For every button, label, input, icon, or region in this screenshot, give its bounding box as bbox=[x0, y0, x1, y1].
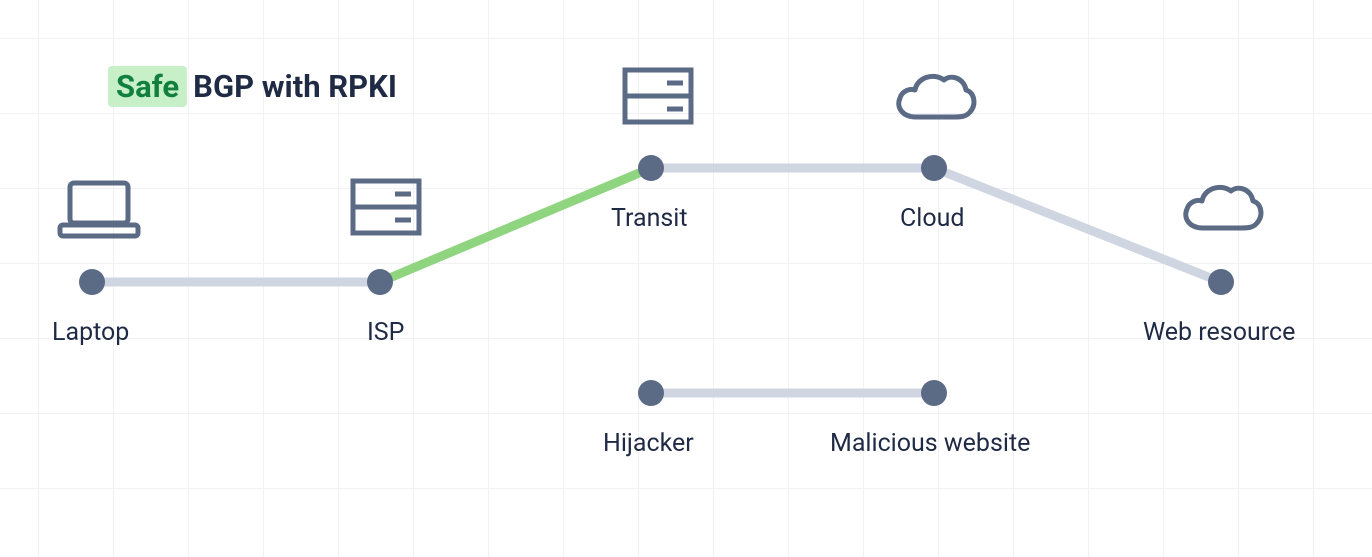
label-transit: Transit bbox=[611, 204, 688, 233]
title-text: BGP with RPKI bbox=[193, 68, 397, 105]
cloud-icon bbox=[888, 62, 978, 141]
node-laptop bbox=[79, 269, 105, 295]
node-transit bbox=[638, 155, 664, 181]
title-badge: Safe bbox=[108, 66, 187, 107]
node-isp bbox=[367, 269, 393, 295]
label-web: Web resource bbox=[1143, 318, 1295, 347]
label-isp: ISP bbox=[367, 318, 404, 347]
label-malsite: Malicious website bbox=[830, 429, 1030, 458]
node-web bbox=[1208, 269, 1234, 295]
cloud-icon bbox=[1175, 173, 1265, 252]
label-laptop: Laptop bbox=[52, 318, 129, 347]
node-hijacker bbox=[638, 380, 664, 406]
node-cloud bbox=[921, 155, 947, 181]
node-malsite bbox=[921, 380, 947, 406]
server-icon bbox=[613, 62, 703, 141]
server-icon bbox=[341, 173, 431, 252]
diagram-title: SafeBGP with RPKI bbox=[108, 68, 397, 105]
laptop-icon bbox=[54, 173, 144, 252]
label-hijacker: Hijacker bbox=[603, 429, 694, 458]
label-cloud: Cloud bbox=[900, 204, 965, 233]
